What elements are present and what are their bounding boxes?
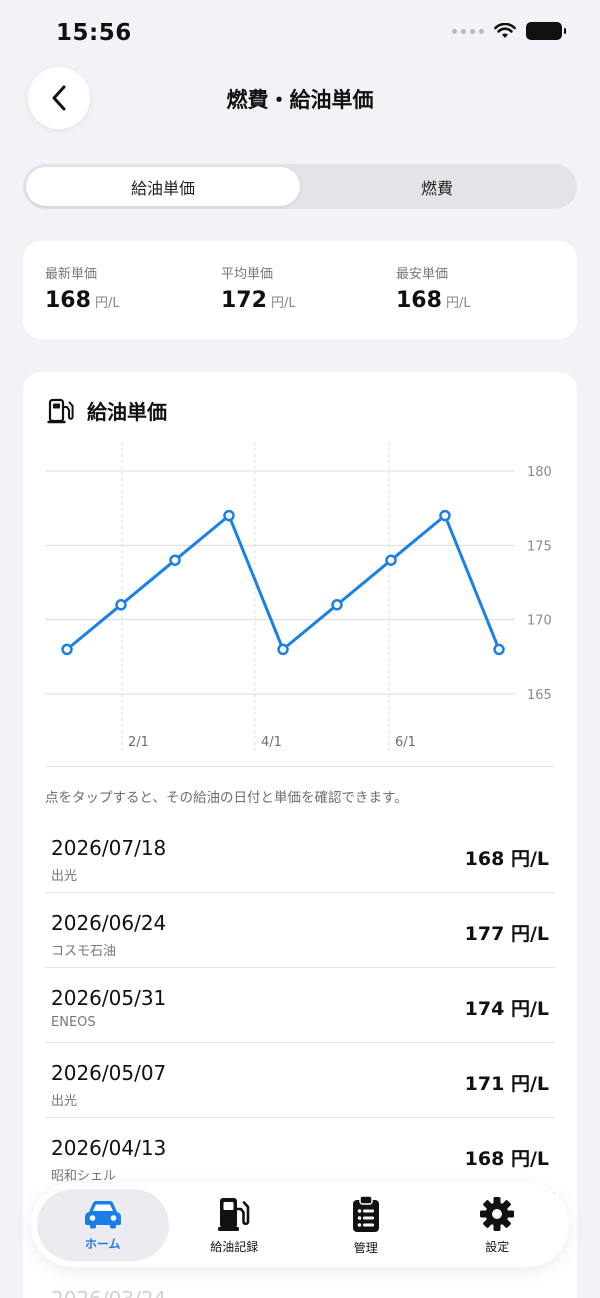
fuel-pump-icon	[218, 1197, 250, 1231]
battery-icon	[526, 22, 566, 40]
data-point[interactable]	[385, 554, 397, 566]
price-line-chart[interactable]: 2/1 4/1 6/1 165 170 175 180	[23, 432, 577, 762]
wifi-icon	[494, 22, 516, 38]
x-tick-label: 6/1	[395, 735, 416, 750]
gear-icon	[480, 1196, 515, 1231]
record-date: 2026/05/31	[51, 986, 167, 1010]
tab-bar: ホーム 給油記録 管理 設定	[31, 1183, 569, 1267]
divider	[45, 766, 555, 767]
record-station: 昭和シェル	[51, 1169, 117, 1184]
tab-label: 給油記録	[210, 1239, 259, 1254]
status-bar: 15:56	[0, 0, 600, 66]
data-point[interactable]	[61, 643, 73, 656]
data-point[interactable]	[169, 554, 181, 566]
status-time: 15:56	[56, 20, 132, 46]
record-price: 171 円/L	[464, 1073, 549, 1095]
summary-unit: 円/L	[445, 296, 471, 311]
record-list: 2026/07/18 出光 168 円/L 2026/06/24 コスモ石油 1…	[23, 818, 577, 1193]
summary-latest: 最新単価 168 円/L	[45, 263, 120, 313]
tab-fuel-economy[interactable]: 燃費	[300, 167, 574, 206]
data-point[interactable]	[493, 643, 505, 656]
record-price: 168 円/L	[464, 848, 549, 870]
record-station: 出光	[51, 1094, 78, 1109]
tab-home[interactable]: ホーム	[37, 1189, 169, 1261]
y-tick-label: 165	[527, 688, 552, 703]
record-station: ENEOS	[51, 1015, 96, 1030]
chart-hint: 点をタップすると、その給油の日付と単価を確認できます。	[45, 790, 408, 806]
tab-settings[interactable]: 設定	[432, 1189, 564, 1261]
summary-average: 平均単価 172 円/L	[221, 263, 296, 313]
summary-card: 最新単価 168 円/L 平均単価 172 円/L 最安単価 168 円/L	[23, 241, 577, 339]
list-item[interactable]: 2026/04/13 昭和シェル 168 円/L	[45, 1118, 555, 1193]
data-point[interactable]	[277, 643, 289, 656]
summary-value: 168	[396, 288, 442, 313]
y-tick-label: 175	[527, 539, 552, 554]
list-item[interactable]: 2026/05/07 出光 171 円/L	[45, 1043, 555, 1118]
summary-value: 172	[221, 288, 267, 313]
segmented-control: 給油単価 燃費	[23, 164, 577, 209]
x-tick-label: 4/1	[261, 735, 282, 750]
y-tick-label: 170	[527, 614, 552, 629]
clipboard-icon	[352, 1194, 379, 1232]
record-price: 177 円/L	[464, 923, 549, 945]
record-price: 174 円/L	[464, 998, 549, 1020]
record-date: 2026/07/18	[51, 836, 167, 860]
data-point[interactable]	[223, 509, 235, 522]
data-point[interactable]	[331, 599, 343, 611]
list-item[interactable]: 2026/06/24 コスモ石油 177 円/L	[45, 893, 555, 968]
record-station: 出光	[51, 869, 78, 884]
data-point[interactable]	[115, 599, 127, 611]
price-series-line	[65, 514, 501, 651]
summary-label: 最安単価	[396, 267, 449, 282]
chart-title: 給油単価	[87, 400, 167, 424]
tab-unit-price[interactable]: 給油単価	[26, 167, 300, 206]
list-item[interactable]: 2026/07/18 出光 168 円/L	[45, 818, 555, 893]
x-tick-label: 2/1	[128, 735, 149, 750]
list-item[interactable]: 2026/05/31 ENEOS 174 円/L	[45, 968, 555, 1043]
summary-value: 168	[45, 288, 91, 313]
record-date: 2026/05/07	[51, 1061, 167, 1085]
page-title: 燃費・給油単価	[226, 88, 374, 112]
summary-unit: 円/L	[94, 296, 120, 311]
car-icon	[84, 1200, 121, 1228]
record-date: 2026/06/24	[51, 911, 167, 935]
chart-card: 給油単価 2/1 4/1 6/1 165 170 175 180 点をタップすると、その給油…	[23, 372, 577, 1298]
tab-fuel-records[interactable]: 給油記録	[169, 1189, 301, 1261]
summary-lowest: 最安単価 168 円/L	[396, 263, 471, 313]
tab-manage[interactable]: 管理	[300, 1189, 432, 1261]
ghost-row-date: 2026/03/24	[51, 1287, 166, 1298]
data-point[interactable]	[439, 509, 451, 522]
summary-label: 最新単価	[45, 267, 98, 282]
signal-icon	[452, 28, 484, 34]
record-price: 168 円/L	[464, 1148, 549, 1170]
tab-label: ホーム	[84, 1236, 121, 1251]
summary-label: 平均単価	[221, 267, 274, 282]
tab-label: 管理	[353, 1240, 378, 1255]
fuel-pump-icon	[47, 398, 74, 423]
tab-label: 設定	[485, 1239, 510, 1254]
status-indicators	[452, 22, 566, 40]
summary-unit: 円/L	[270, 296, 296, 311]
record-date: 2026/04/13	[51, 1136, 167, 1160]
chart-header: 給油単価	[47, 396, 167, 425]
record-station: コスモ石油	[51, 944, 117, 959]
y-tick-label: 180	[527, 465, 552, 480]
